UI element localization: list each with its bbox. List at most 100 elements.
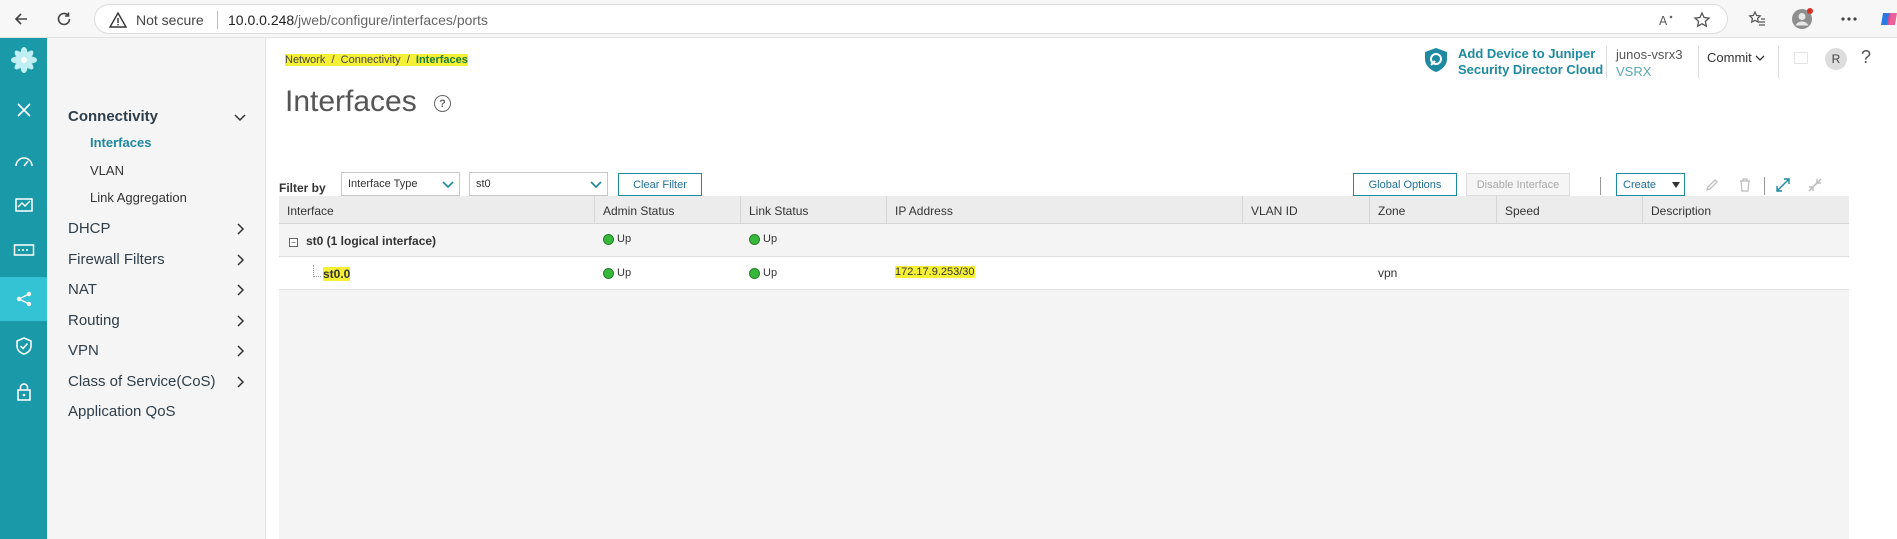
create-label: Create — [1623, 178, 1657, 191]
table-row[interactable]: st0.0 Up Up 172.17.9.253/30 vpn — [279, 257, 1849, 290]
edit-icon[interactable] — [1702, 175, 1722, 195]
nav-dhcp[interactable]: DHCP — [68, 220, 111, 237]
back-icon[interactable] — [9, 7, 33, 31]
user-avatar[interactable]: R — [1825, 48, 1847, 70]
security-policies-icon[interactable] — [0, 324, 47, 368]
filter-by-label: Filter by — [279, 181, 326, 195]
row-link-status: Up — [749, 267, 777, 279]
group-link-status-text: Up — [763, 233, 778, 245]
nav-connectivity[interactable]: Connectivity — [68, 108, 158, 125]
security-director-logo-icon[interactable] — [1422, 46, 1450, 74]
nav-routing[interactable]: Routing — [68, 312, 120, 329]
main-content: Network / Connectivity / Interfaces Inte… — [266, 38, 1897, 539]
profile-avatar-icon[interactable] — [1791, 8, 1813, 30]
row-admin-status: Up — [603, 267, 631, 279]
breadcrumb-interfaces: Interfaces — [415, 54, 468, 66]
nav-nat[interactable]: NAT — [68, 281, 97, 298]
header-divider — [1606, 46, 1607, 78]
row-interface[interactable]: st0.0 — [323, 267, 351, 281]
toolbar-divider — [1764, 177, 1765, 195]
device-icon[interactable] — [0, 228, 47, 272]
sd-line1: Add Device to Juniper — [1458, 46, 1596, 61]
chevron-right-icon[interactable] — [233, 253, 247, 267]
commit-label: Commit — [1707, 50, 1752, 65]
url-text[interactable]: 10.0.0.248/jweb/configure/interfaces/por… — [228, 12, 488, 28]
collapse-group-icon[interactable]: − — [289, 238, 298, 247]
primary-nav-rail — [0, 38, 47, 539]
copilot-icon[interactable] — [1878, 8, 1897, 30]
status-up-icon — [603, 233, 614, 245]
add-device-sd-cloud-link[interactable]: Add Device to Juniper Security Director … — [1458, 46, 1603, 78]
create-button[interactable]: Create — [1616, 173, 1685, 196]
address-bar[interactable]: Not secure 10.0.0.248/jweb/configure/int… — [94, 4, 1728, 34]
chevron-right-icon[interactable] — [233, 314, 247, 328]
lock-icon[interactable] — [0, 370, 47, 414]
chevron-down-icon — [442, 181, 454, 189]
delete-icon[interactable] — [1735, 175, 1755, 195]
sd-line2: Security Director Cloud — [1458, 62, 1604, 77]
dashboard-icon[interactable] — [0, 138, 47, 182]
breadcrumb-network[interactable]: Network — [285, 54, 326, 66]
chevron-right-icon[interactable] — [233, 344, 247, 358]
global-options-button[interactable]: Global Options — [1353, 173, 1457, 196]
breadcrumb-connectivity[interactable]: Connectivity — [340, 54, 401, 66]
monitor-icon[interactable] — [0, 183, 47, 227]
help-menu-icon[interactable]: ? — [1861, 47, 1871, 68]
table-group-row[interactable]: − st0 (1 logical interface) Up Up — [279, 224, 1849, 257]
column-speed[interactable]: Speed — [1497, 196, 1643, 224]
notification-icon[interactable] — [1794, 52, 1808, 64]
group-link-status: Up — [749, 233, 777, 245]
expand-icon[interactable] — [1773, 175, 1793, 195]
nav-application-qos[interactable]: Application QoS — [68, 403, 176, 420]
chevron-right-icon[interactable] — [233, 375, 247, 389]
chevron-down-icon[interactable] — [233, 110, 247, 124]
browser-toolbar: Not secure 10.0.0.248/jweb/configure/int… — [0, 0, 1897, 38]
juniper-logo-icon[interactable] — [0, 38, 47, 82]
chevron-right-icon[interactable] — [233, 222, 247, 236]
read-aloud-icon[interactable]: A — [1657, 10, 1677, 30]
nav-link-aggregation[interactable]: Link Aggregation — [90, 190, 187, 205]
column-link-status[interactable]: Link Status — [741, 196, 887, 224]
caret-down-icon — [1672, 182, 1680, 188]
nav-firewall-filters[interactable]: Firewall Filters — [68, 251, 165, 268]
favorite-star-icon[interactable] — [1692, 10, 1712, 30]
column-ip-address[interactable]: IP Address — [887, 196, 1243, 224]
nav-vpn[interactable]: VPN — [68, 342, 99, 359]
grid-header: Interface Admin Status Link Status IP Ad… — [279, 196, 1849, 224]
group-name: st0 (1 logical interface) — [306, 234, 437, 248]
status-up-icon — [603, 267, 614, 279]
column-admin-status[interactable]: Admin Status — [595, 196, 741, 224]
collapse-icon[interactable] — [1805, 175, 1825, 195]
column-zone[interactable]: Zone — [1370, 196, 1497, 224]
nav-vlan[interactable]: VLAN — [90, 163, 124, 178]
chevron-down-icon — [590, 181, 602, 189]
column-vlan-id[interactable]: VLAN ID — [1243, 196, 1370, 224]
nav-interfaces[interactable]: Interfaces — [90, 135, 151, 150]
reload-icon[interactable] — [52, 7, 76, 31]
security-label: Not secure — [136, 12, 204, 28]
secondary-nav: Connectivity Interfaces VLAN Link Aggreg… — [47, 38, 266, 539]
host-name: junos-vsrx3 — [1616, 47, 1683, 62]
network-icon[interactable] — [0, 277, 47, 321]
filter-value-select[interactable]: st0 — [469, 172, 608, 196]
url-path: /jweb/configure/interfaces/ports — [294, 12, 488, 28]
column-interface[interactable]: Interface — [279, 196, 595, 224]
interface-type-select[interactable]: Interface Type — [341, 172, 460, 196]
close-icon[interactable] — [0, 88, 47, 132]
status-up-icon — [749, 233, 760, 245]
favorites-icon[interactable] — [1746, 8, 1768, 30]
nav-class-of-service[interactable]: Class of Service(CoS) — [68, 373, 216, 390]
column-description[interactable]: Description — [1643, 196, 1849, 224]
clear-filter-button[interactable]: Clear Filter — [618, 173, 702, 196]
commit-menu[interactable]: Commit — [1707, 50, 1765, 65]
warning-icon — [109, 11, 127, 28]
filter-value: st0 — [476, 178, 491, 190]
address-divider — [217, 11, 218, 29]
header-divider — [1778, 46, 1779, 78]
disable-interface-button[interactable]: Disable Interface — [1466, 173, 1570, 196]
chevron-right-icon[interactable] — [233, 283, 247, 297]
more-options-icon[interactable] — [1838, 8, 1860, 30]
chevron-down-icon — [1755, 55, 1765, 61]
help-icon[interactable]: ? — [434, 95, 451, 112]
interfaces-grid: Interface Admin Status Link Status IP Ad… — [279, 196, 1849, 539]
